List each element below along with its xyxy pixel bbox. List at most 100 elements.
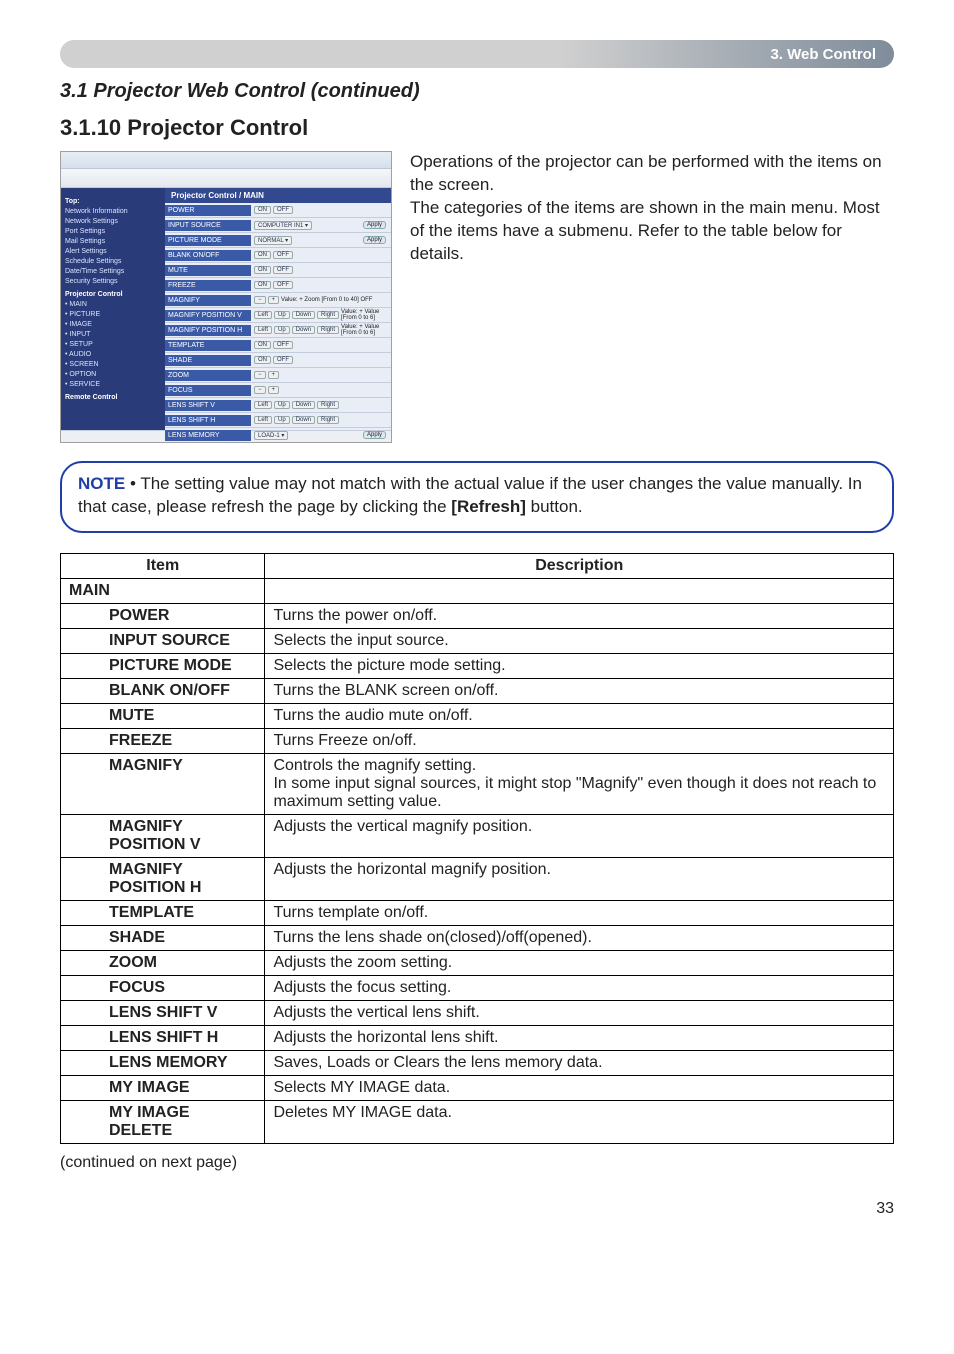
ss-mini-button[interactable]: Up [274, 401, 290, 409]
indent-cell [61, 925, 102, 950]
ss-mini-button[interactable]: Down [292, 416, 315, 424]
ss-mini-button[interactable]: − [254, 386, 266, 394]
item-cell: SHADE [101, 925, 265, 950]
ss-side-item: Alert Settings [65, 248, 161, 255]
ss-row-controls: ONOFF [251, 355, 391, 365]
ss-main: Projector Control / MAIN POWERONOFFINPUT… [165, 188, 391, 430]
ss-mini-button[interactable]: OFF [273, 356, 293, 364]
table-row: TEMPLATETurns template on/off. [61, 900, 894, 925]
ss-apply-button[interactable]: Apply [363, 431, 386, 439]
desc-cell: Adjusts the horizontal lens shift. [265, 1025, 894, 1050]
ss-row-label: PICTURE MODE [165, 235, 251, 246]
ss-side-item: Network Information [65, 208, 161, 215]
category-cell: MAIN [61, 578, 265, 603]
intro-p2: The categories of the items are shown in… [410, 197, 894, 266]
ss-mini-button[interactable]: + [268, 386, 280, 394]
desc-cell: Turns template on/off. [265, 900, 894, 925]
table-row: MAGNIFYControls the magnify setting. In … [61, 753, 894, 814]
ss-mini-button[interactable]: Up [274, 311, 290, 319]
ss-row-label: FOCUS [165, 385, 251, 396]
ss-mini-button[interactable]: ON [254, 281, 271, 289]
ss-mini-button[interactable]: ON [254, 206, 271, 214]
ss-side-item: Top: [65, 198, 161, 205]
indent-cell [61, 628, 102, 653]
ss-mini-button[interactable]: + [268, 296, 280, 304]
ss-mini-button[interactable]: ON [254, 266, 271, 274]
ss-mini-select[interactable]: NORMAL ▾ [254, 236, 292, 245]
head-item: Item [61, 553, 265, 578]
ss-side-item: • SCREEN [65, 361, 161, 368]
desc-cell: Adjusts the focus setting. [265, 975, 894, 1000]
ss-side-item: Security Settings [65, 278, 161, 285]
ss-row-controls: LeftUpDownRight Value: + Value [From 0 t… [251, 323, 391, 337]
ss-row-label: ZOOM [165, 370, 251, 381]
ss-row-label: LENS SHIFT V [165, 400, 251, 411]
ss-toolbar [61, 169, 391, 188]
ss-mini-button[interactable]: Right [317, 311, 339, 319]
ss-control-row: MAGNIFY POSITION HLeftUpDownRight Value:… [165, 323, 391, 338]
item-cell: FOCUS [101, 975, 265, 1000]
ss-mini-button[interactable]: ON [254, 341, 271, 349]
ss-mini-button[interactable]: Up [274, 416, 290, 424]
ss-row-controls: LOAD-1 ▾ Apply [251, 430, 391, 441]
ss-control-row: FREEZEONOFF [165, 278, 391, 293]
ss-control-row: MUTEONOFF [165, 263, 391, 278]
table-row: SHADETurns the lens shade on(closed)/off… [61, 925, 894, 950]
ss-apply-button[interactable]: Apply [363, 236, 386, 244]
ss-mini-button[interactable]: OFF [273, 251, 293, 259]
ss-mini-button[interactable]: Right [317, 326, 339, 334]
ss-mini-button[interactable]: Down [292, 401, 315, 409]
ss-mini-button[interactable]: − [254, 296, 266, 304]
ss-mini-select[interactable]: COMPUTER IN1 ▾ [254, 221, 312, 230]
ss-mini-button[interactable]: ON [254, 356, 271, 364]
table-row: ZOOMAdjusts the zoom setting. [61, 950, 894, 975]
ss-mini-button[interactable]: OFF [273, 266, 293, 274]
ss-row-controls: ONOFF [251, 250, 391, 260]
ss-row-controls: LeftUpDownRight [251, 400, 391, 410]
indent-cell [61, 1050, 102, 1075]
ss-mini-button[interactable]: + [268, 371, 280, 379]
ss-mini-button[interactable]: ON [254, 251, 271, 259]
note-text-tail: button. [526, 497, 583, 516]
item-cell: LENS SHIFT H [101, 1025, 265, 1050]
ss-mini-button[interactable]: Left [254, 326, 272, 334]
desc-cell: Selects the input source. [265, 628, 894, 653]
desc-cell: Turns the BLANK screen on/off. [265, 678, 894, 703]
ss-mini-button[interactable]: OFF [273, 341, 293, 349]
ss-row-controls: LeftUpDownRight [251, 415, 391, 425]
note-refresh: [Refresh] [451, 497, 526, 516]
table-row: PICTURE MODESelects the picture mode set… [61, 653, 894, 678]
indent-cell [61, 1000, 102, 1025]
ss-mini-button[interactable]: Down [292, 326, 315, 334]
item-cell: ZOOM [101, 950, 265, 975]
desc-cell: Adjusts the vertical magnify position. [265, 814, 894, 857]
ss-side-item: Port Settings [65, 228, 161, 235]
table-row: MAGNIFY POSITION HAdjusts the horizontal… [61, 857, 894, 900]
ss-control-row: FOCUS−+ [165, 383, 391, 398]
ss-mini-button[interactable]: − [254, 371, 266, 379]
ss-mini-select[interactable]: LOAD-1 ▾ [254, 431, 288, 440]
ss-row-label: TEMPLATE [165, 340, 251, 351]
ss-side-item: • MAIN [65, 301, 161, 308]
ss-mini-button[interactable]: Right [317, 416, 339, 424]
ss-mini-button[interactable]: Right [317, 401, 339, 409]
ss-apply-button[interactable]: Apply [363, 221, 386, 229]
ss-mini-button[interactable]: Left [254, 311, 272, 319]
indent-cell [61, 753, 102, 814]
ss-mini-button[interactable]: OFF [273, 281, 293, 289]
ss-mini-button[interactable]: Down [292, 311, 315, 319]
spec-table: Item Description MAIN POWERTurns the pow… [60, 553, 894, 1144]
item-cell: MUTE [101, 703, 265, 728]
table-row: BLANK ON/OFFTurns the BLANK screen on/of… [61, 678, 894, 703]
ss-titlebar [61, 152, 391, 169]
table-row: MUTETurns the audio mute on/off. [61, 703, 894, 728]
ss-row-controls: −+ Value: + Zoom [From 0 to 40] OFF [251, 295, 391, 305]
ss-mini-button[interactable]: Left [254, 416, 272, 424]
ss-mini-button[interactable]: Left [254, 401, 272, 409]
ss-control-row: BLANK ON/OFFONOFF [165, 248, 391, 263]
ss-mini-button[interactable]: OFF [273, 206, 293, 214]
ss-mini-button[interactable]: Up [274, 326, 290, 334]
ss-control-row: MAGNIFY−+ Value: + Zoom [From 0 to 40] O… [165, 293, 391, 308]
indent-cell [61, 950, 102, 975]
category-row: MAIN [61, 578, 894, 603]
